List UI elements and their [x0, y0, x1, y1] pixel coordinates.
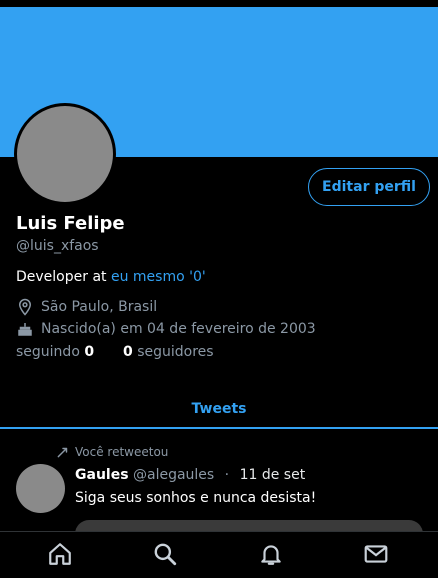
- mail-icon: [362, 541, 390, 571]
- profile-handle: @luis_xfaos: [16, 238, 99, 254]
- bell-icon: [258, 541, 284, 571]
- tweet-separator: ·: [224, 467, 230, 483]
- tweet-text: Siga seus sonhos e nunca desista!: [75, 490, 317, 506]
- profile-avatar[interactable]: [14, 103, 116, 205]
- tab-tweets[interactable]: Tweets: [0, 392, 438, 426]
- search-icon: [152, 541, 178, 571]
- location-pin-icon: [16, 298, 34, 316]
- birthday-row: Nascido(a) em 04 de fevereiro de 2003: [16, 320, 316, 338]
- retweet-icon: [56, 445, 70, 459]
- tweet-header: Gaules @alegaules · 11 de set: [75, 467, 305, 483]
- retweet-note-text: Você retweetou: [75, 445, 169, 459]
- home-icon: [47, 541, 73, 571]
- tweet-date[interactable]: 11 de set: [240, 467, 306, 483]
- location-row: São Paulo, Brasil: [16, 298, 157, 316]
- edit-profile-button[interactable]: Editar perfil: [308, 168, 430, 206]
- birthday-text: Nascido(a) em 04 de fevereiro de 2003: [41, 321, 316, 337]
- follow-stats: seguindo 0 0 seguidores: [16, 344, 214, 360]
- following-count[interactable]: 0: [84, 344, 94, 360]
- nav-notifications-button[interactable]: [257, 542, 285, 570]
- nav-home-button[interactable]: [46, 542, 74, 570]
- bio-link[interactable]: eu mesmo '0': [111, 269, 206, 285]
- following-label[interactable]: seguindo: [16, 344, 80, 360]
- bio-text: Developer at: [16, 269, 111, 285]
- bottom-nav: [0, 531, 438, 578]
- top-strip: [0, 0, 438, 7]
- retweet-note: Você retweetou: [56, 445, 168, 459]
- profile-bio: Developer at eu mesmo '0': [16, 269, 206, 285]
- tab-tweets-indicator: [0, 427, 438, 429]
- nav-messages-button[interactable]: [362, 542, 390, 570]
- nav-search-button[interactable]: [151, 542, 179, 570]
- tweet-author-handle[interactable]: @alegaules: [133, 467, 214, 483]
- followers-label[interactable]: seguidores: [137, 344, 213, 360]
- tweet-author-avatar[interactable]: [16, 464, 65, 513]
- location-text: São Paulo, Brasil: [41, 299, 158, 315]
- cake-icon: [16, 320, 34, 338]
- profile-name: Luis Felipe: [16, 213, 125, 234]
- followers-count[interactable]: 0: [123, 344, 133, 360]
- tweet-author-name[interactable]: Gaules: [75, 467, 129, 483]
